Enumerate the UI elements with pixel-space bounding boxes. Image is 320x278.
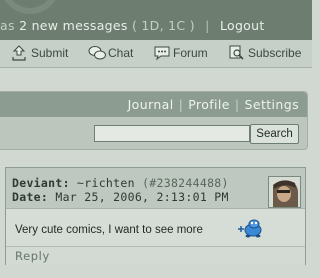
banner-logo-shape [0,0,60,14]
avatar[interactable] [268,176,301,208]
new-messages-link[interactable]: 2 new messages [19,18,128,33]
blue-creature-emoticon-icon [238,219,262,238]
panel-nav: Journal | Profile | Settings [0,92,307,117]
nav-profile[interactable]: Profile [188,97,230,112]
comment-text: Very cute comics, I want to see more [15,224,203,236]
separator: | [178,97,184,112]
date-row: Date: Mar 25, 2006, 2:13:01 PM [12,190,229,204]
author-link[interactable]: ~richten [77,176,135,190]
submit-label: Submit [31,46,69,60]
forum-button[interactable]: Forum [153,44,211,62]
separator: | [234,97,240,112]
subscribe-button[interactable]: Subscribe [228,44,308,62]
top-banner: as 2 new messages ( 1D, 1C ) | Logout [0,0,312,40]
account-prefix: as [0,18,15,33]
comment-card: Deviant: ~richten (#238244488) Date: Mar… [5,167,306,265]
reply-bar: Reply [6,246,305,265]
forum-label: Forum [173,46,208,60]
forum-bubble-icon [154,46,170,61]
date-label: Date: [12,190,49,204]
subscribe-label: Subscribe [248,46,302,60]
nav-journal[interactable]: Journal [128,97,174,112]
submit-button[interactable]: Submit [11,44,73,62]
search-button[interactable]: Search [250,124,299,144]
comment-date: Mar 25, 2006, 2:13:01 PM [55,190,229,204]
nav-settings[interactable]: Settings [245,97,299,112]
message-counts: ( 1D, 1C ) [131,18,195,33]
chat-button[interactable]: Chat [88,44,138,62]
subscribe-icon [229,45,244,60]
comment-header: Deviant: ~richten (#238244488) Date: Mar… [6,168,305,209]
avatar-image [269,177,300,207]
logout-link[interactable]: Logout [220,18,265,33]
reply-link[interactable]: Reply [15,249,50,263]
separator: | [205,18,210,33]
account-bar: as 2 new messages ( 1D, 1C ) | Logout [0,18,265,34]
deviant-id[interactable]: (#238244488) [142,176,229,190]
chat-label: Chat [108,46,134,60]
chat-bubbles-icon [88,46,106,60]
toolbar: Submit Chat Forum Subscribe [0,40,312,68]
submit-icon [12,45,26,61]
deviant-row: Deviant: ~richten (#238244488) [12,176,229,190]
user-panel: Journal | Profile | Settings Search [0,91,308,150]
search-input[interactable] [94,125,250,142]
deviant-label: Deviant: [12,176,70,190]
